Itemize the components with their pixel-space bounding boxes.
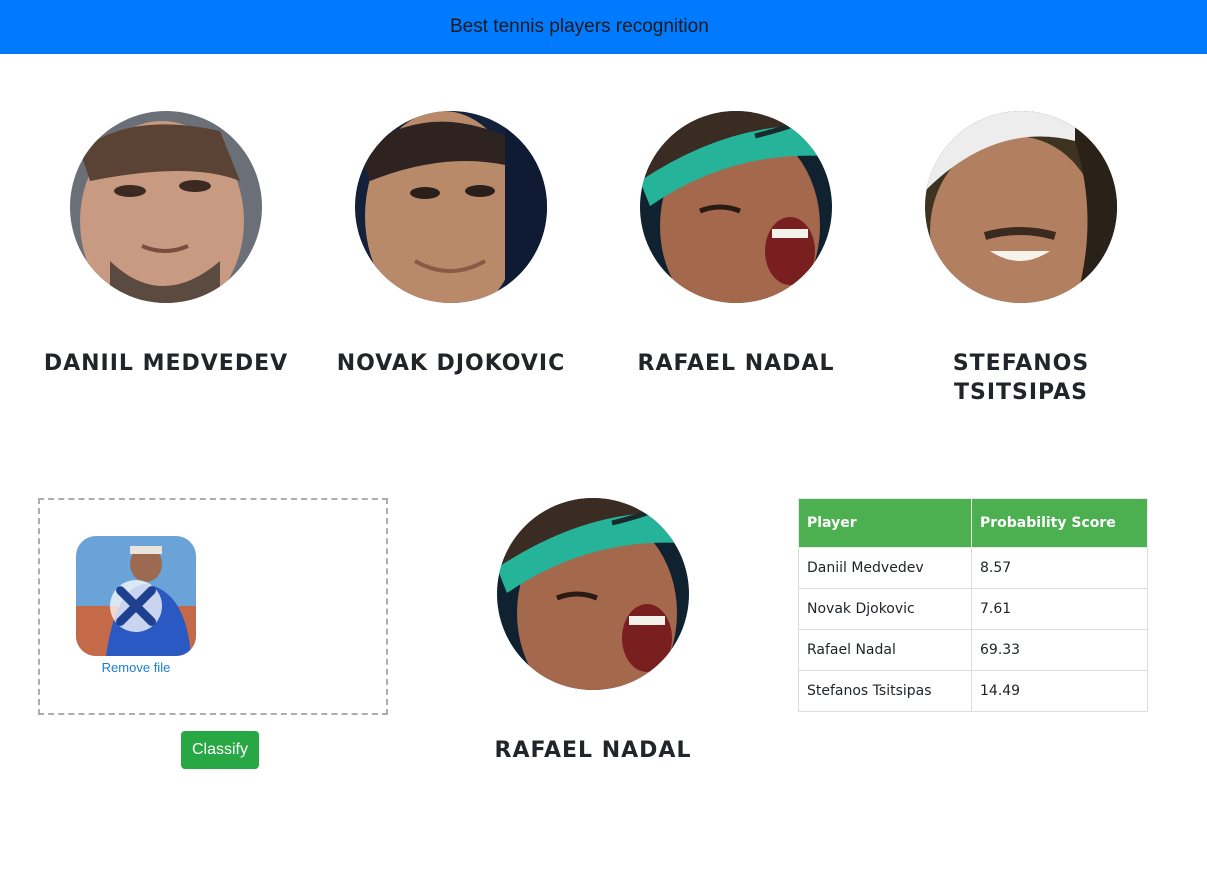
table-header-row: Player Probability Score bbox=[798, 498, 1148, 548]
column-header-probability: Probability Score bbox=[971, 498, 1148, 548]
player-card-tsitsipas: Stefanos Tsitsipas bbox=[891, 111, 1151, 407]
table-row: Daniil Medvedev 8.57 bbox=[798, 547, 1148, 589]
table-cell-score: 7.61 bbox=[971, 588, 1148, 630]
table-row: Stefanos Tsitsipas 14.49 bbox=[798, 670, 1148, 712]
table-cell-player: Daniil Medvedev bbox=[798, 547, 972, 589]
column-header-player: Player bbox=[798, 498, 972, 548]
table-row: Rafael Nadal 69.33 bbox=[798, 629, 1148, 671]
player-photo-djokovic bbox=[355, 111, 547, 303]
player-name-nadal: Rafael Nadal bbox=[637, 351, 835, 376]
player-photo-tsitsipas bbox=[925, 111, 1117, 303]
table-cell-player: Novak Djokovic bbox=[798, 588, 972, 630]
table-cell-score: 69.33 bbox=[971, 629, 1148, 671]
player-name-tsitsipas: Stefanos Tsitsipas bbox=[952, 351, 1090, 405]
remove-file-link[interactable]: Remove file bbox=[60, 660, 212, 675]
result-player-name: Rafael Nadal bbox=[494, 738, 692, 763]
player-card-nadal: Rafael Nadal bbox=[606, 111, 866, 378]
classify-button[interactable]: Classify bbox=[181, 731, 259, 769]
table-cell-player: Rafael Nadal bbox=[798, 629, 972, 671]
uploaded-image-thumbnail bbox=[76, 536, 196, 656]
table-row: Novak Djokovic 7.61 bbox=[798, 588, 1148, 630]
result-photo bbox=[497, 498, 689, 690]
upload-dropzone[interactable]: Remove file bbox=[38, 498, 388, 715]
player-photo-nadal bbox=[640, 111, 832, 303]
player-card-djokovic: Novak Djokovic bbox=[321, 111, 581, 378]
player-name-djokovic: Novak Djokovic bbox=[336, 351, 566, 376]
navbar: Best tennis players recognition bbox=[0, 0, 1207, 54]
player-name-medvedev: Daniil Medvedev bbox=[43, 351, 289, 376]
table-cell-player: Stefanos Tsitsipas bbox=[798, 670, 972, 712]
player-photo-medvedev bbox=[70, 111, 262, 303]
table-cell-score: 14.49 bbox=[971, 670, 1148, 712]
close-icon[interactable] bbox=[110, 580, 162, 632]
navbar-title: Best tennis players recognition bbox=[450, 16, 709, 37]
result-card: Rafael Nadal bbox=[463, 498, 723, 765]
probability-table: Player Probability Score Daniil Medvedev… bbox=[798, 498, 1148, 712]
table-cell-score: 8.57 bbox=[971, 547, 1148, 589]
player-card-medvedev: Daniil Medvedev bbox=[36, 111, 296, 378]
